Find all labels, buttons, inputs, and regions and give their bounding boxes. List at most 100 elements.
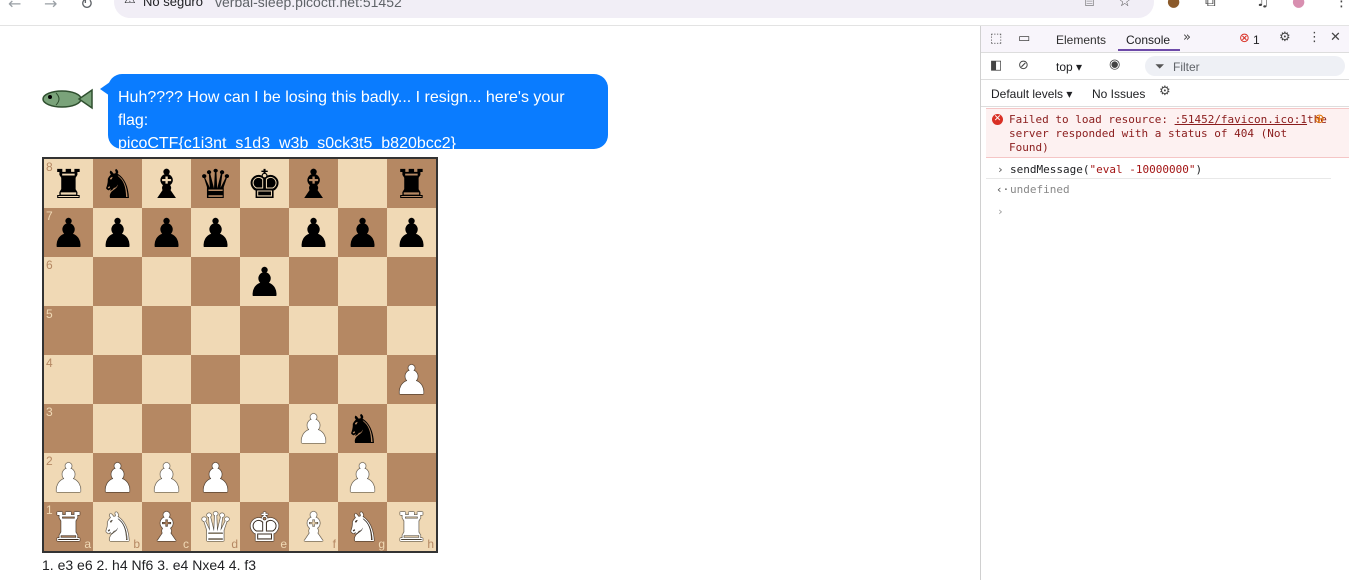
black-knight-icon[interactable]: ♞: [345, 410, 381, 450]
white-pawn-icon[interactable]: ♟: [100, 459, 136, 499]
profile-avatar[interactable]: ●: [1292, 0, 1305, 10]
sidebar-toggle-icon[interactable]: ◧: [990, 58, 1002, 73]
black-pawn-icon[interactable]: ♟: [247, 263, 283, 303]
square-e6[interactable]: ♟: [240, 257, 289, 306]
square-a5[interactable]: 5: [44, 306, 93, 355]
square-d8[interactable]: ♛: [191, 159, 240, 208]
square-h2[interactable]: [387, 453, 436, 502]
white-queen-icon[interactable]: ♛: [198, 508, 234, 548]
black-king-icon[interactable]: ♚: [247, 165, 283, 205]
console-prompt[interactable]: ›: [986, 204, 1331, 222]
white-pawn-icon[interactable]: ♟: [394, 361, 430, 401]
error-badge-icon[interactable]: ⊗: [1239, 31, 1250, 46]
square-e8[interactable]: ♚: [240, 159, 289, 208]
square-b8[interactable]: ♞: [93, 159, 142, 208]
white-pawn-icon[interactable]: ♟: [345, 459, 381, 499]
extensions-icon[interactable]: ⧉: [1205, 0, 1216, 10]
white-bishop-icon[interactable]: ♝: [296, 508, 332, 548]
black-pawn-icon[interactable]: ♟: [100, 214, 136, 254]
square-f6[interactable]: [289, 257, 338, 306]
white-pawn-icon[interactable]: ♟: [198, 459, 234, 499]
security-label[interactable]: No seguro: [143, 0, 203, 9]
square-g7[interactable]: ♟: [338, 208, 387, 257]
white-pawn-icon[interactable]: ♟: [51, 459, 87, 499]
black-queen-icon[interactable]: ♛: [198, 165, 234, 205]
square-g2[interactable]: ♟: [338, 453, 387, 502]
square-e3[interactable]: [240, 404, 289, 453]
square-h4[interactable]: ♟: [387, 355, 436, 404]
square-c7[interactable]: ♟: [142, 208, 191, 257]
black-pawn-icon[interactable]: ♟: [149, 214, 185, 254]
log-levels-dropdown[interactable]: Default levels ▾: [991, 87, 1072, 101]
black-pawn-icon[interactable]: ♟: [345, 214, 381, 254]
square-c3[interactable]: [142, 404, 191, 453]
white-bishop-icon[interactable]: ♝: [149, 508, 185, 548]
settings-gear-icon[interactable]: ⚙: [1279, 30, 1291, 45]
square-f1[interactable]: f ♝: [289, 502, 338, 551]
bookmark-star-icon[interactable]: ☆: [1118, 0, 1131, 10]
black-bishop-icon[interactable]: ♝: [149, 165, 185, 205]
square-d7[interactable]: ♟: [191, 208, 240, 257]
chess-board[interactable]: 8 ♜ ♞ ♝ ♛ ♚ ♝ ♜ 7 ♟ ♟ ♟ ♟ ♟ ♟ ♟ 6 ♟ 5 4 ♟ 3 ♟ ♞ 2 ♟ ♟ ♟ ♟ ♟ 1 a ♜ b ♞ c ♝ d ♛ e…: [42, 157, 438, 553]
square-h3[interactable]: [387, 404, 436, 453]
filter-input[interactable]: ⏷ Filter: [1145, 56, 1345, 76]
console-settings-icon[interactable]: ⚙: [1159, 84, 1171, 99]
square-c2[interactable]: ♟: [142, 453, 191, 502]
black-pawn-icon[interactable]: ♟: [296, 214, 332, 254]
more-tabs-icon[interactable]: »: [1183, 30, 1191, 45]
warning-icon[interactable]: ⚠: [124, 0, 136, 7]
black-pawn-icon[interactable]: ♟: [51, 214, 87, 254]
square-h7[interactable]: ♟: [387, 208, 436, 257]
square-g6[interactable]: [338, 257, 387, 306]
square-e1[interactable]: e ♚: [240, 502, 289, 551]
square-h5[interactable]: [387, 306, 436, 355]
square-c1[interactable]: c ♝: [142, 502, 191, 551]
white-rook-icon[interactable]: ♜: [51, 508, 87, 548]
square-a7[interactable]: 7 ♟: [44, 208, 93, 257]
square-b2[interactable]: ♟: [93, 453, 142, 502]
square-f3[interactable]: ♟: [289, 404, 338, 453]
square-a6[interactable]: 6: [44, 257, 93, 306]
error-source-link[interactable]: :51452/favicon.ico:1: [1175, 113, 1307, 126]
white-knight-icon[interactable]: ♞: [100, 508, 136, 548]
square-f7[interactable]: ♟: [289, 208, 338, 257]
black-bishop-icon[interactable]: ♝: [296, 165, 332, 205]
black-pawn-icon[interactable]: ♟: [198, 214, 234, 254]
black-knight-icon[interactable]: ♞: [100, 165, 136, 205]
square-b3[interactable]: [93, 404, 142, 453]
white-knight-icon[interactable]: ♞: [345, 508, 381, 548]
white-pawn-icon[interactable]: ♟: [296, 410, 332, 450]
square-g5[interactable]: [338, 306, 387, 355]
square-c5[interactable]: [142, 306, 191, 355]
context-selector[interactable]: top ▾: [1056, 60, 1082, 74]
black-rook-icon[interactable]: ♜: [51, 165, 87, 205]
more-options-icon[interactable]: ⋮: [1308, 30, 1321, 45]
square-f2[interactable]: [289, 453, 338, 502]
media-icon[interactable]: ♫: [1256, 0, 1269, 10]
square-c6[interactable]: [142, 257, 191, 306]
square-d3[interactable]: [191, 404, 240, 453]
square-e5[interactable]: [240, 306, 289, 355]
square-g3[interactable]: ♞: [338, 404, 387, 453]
black-rook-icon[interactable]: ♜: [394, 165, 430, 205]
square-e2[interactable]: [240, 453, 289, 502]
white-king-icon[interactable]: ♚: [247, 508, 283, 548]
network-request-icon[interactable]: ⊕: [1314, 112, 1325, 127]
square-b4[interactable]: [93, 355, 142, 404]
back-icon[interactable]: ←: [8, 0, 21, 13]
square-d4[interactable]: [191, 355, 240, 404]
url-text[interactable]: verbal-sleep.picoctf.net:51452: [215, 0, 402, 10]
close-devtools-icon[interactable]: ✕: [1330, 30, 1341, 45]
square-c8[interactable]: ♝: [142, 159, 191, 208]
issues-button[interactable]: No Issues: [1092, 87, 1145, 101]
clear-console-icon[interactable]: ⊘: [1018, 58, 1029, 73]
square-f8[interactable]: ♝: [289, 159, 338, 208]
square-a4[interactable]: 4: [44, 355, 93, 404]
square-c4[interactable]: [142, 355, 191, 404]
square-a3[interactable]: 3: [44, 404, 93, 453]
white-pawn-icon[interactable]: ♟: [149, 459, 185, 499]
translate-icon[interactable]: ⌸: [1085, 0, 1094, 10]
reload-icon[interactable]: ↻: [80, 0, 93, 13]
square-e4[interactable]: [240, 355, 289, 404]
square-h1[interactable]: h ♜: [387, 502, 436, 551]
